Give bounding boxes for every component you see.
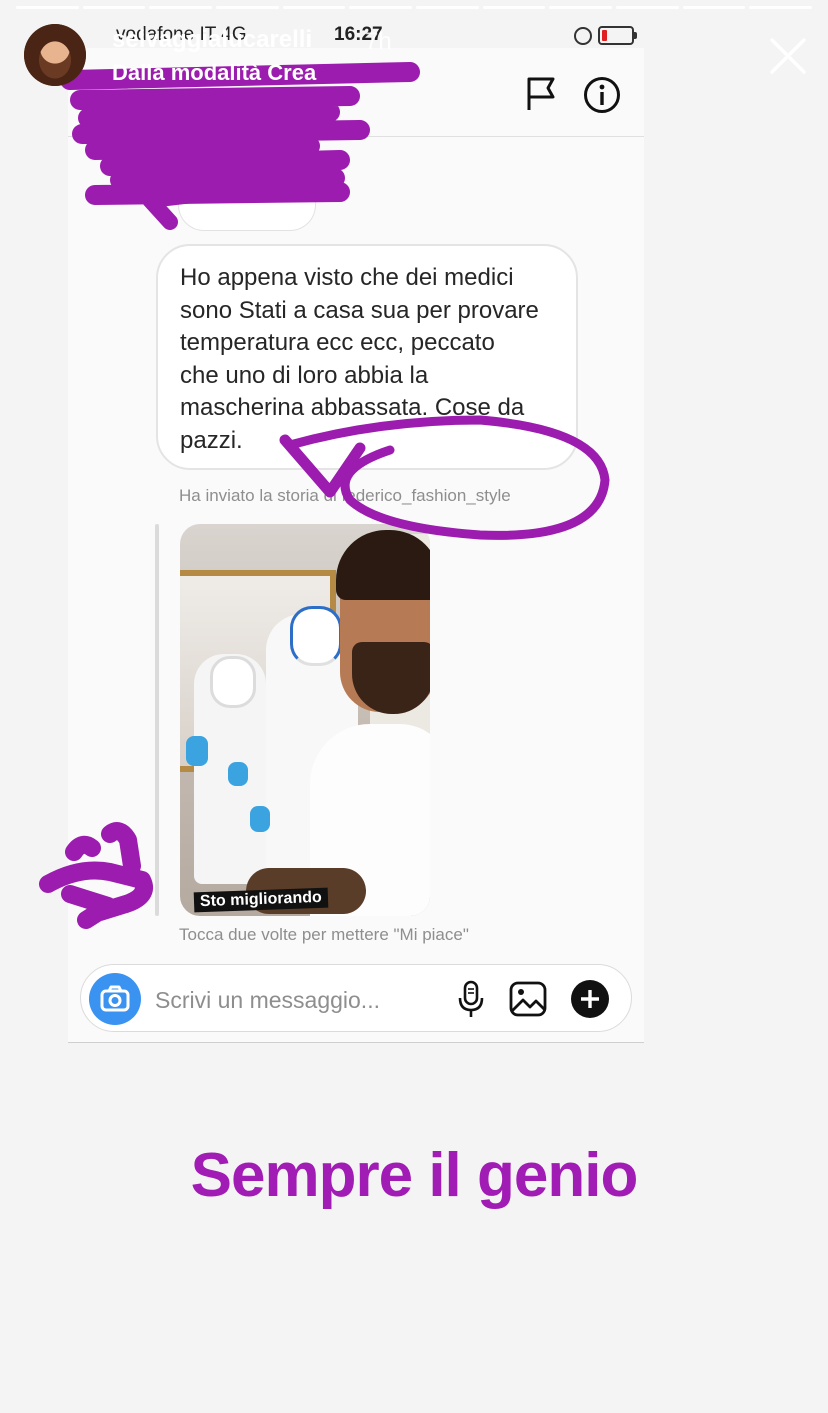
story-photo-man-beard: [352, 642, 430, 714]
add-content-button[interactable]: [571, 980, 609, 1018]
message-line: temperatura ecc ecc, peccato: [180, 329, 495, 356]
plus-icon: [581, 990, 599, 1008]
reply-indicator-bar: [155, 524, 159, 916]
previous-shared-post[interactable]: [178, 140, 316, 231]
story-progress-segment: [282, 6, 346, 9]
story-progress-segment: [749, 6, 813, 9]
dm-header-divider: [68, 136, 644, 137]
story-progress-segment: [416, 6, 479, 9]
story-progress-segment: [149, 6, 213, 9]
avatar[interactable]: [24, 24, 86, 86]
story-time-ago: 7h: [365, 28, 392, 55]
story-progress-segment: [216, 6, 279, 9]
microphone-icon[interactable]: [456, 979, 486, 1019]
battery-icon: [598, 26, 637, 45]
dm-bottom-divider: [68, 1042, 644, 1043]
message-line: Ho appena visto che dei medici: [180, 264, 514, 291]
story-progress-segment: [482, 6, 546, 9]
message-bubble[interactable]: Ho appena visto che dei medici sono Stat…: [156, 244, 578, 470]
story-username[interactable]: selvaggialucarelli: [112, 26, 312, 54]
camera-icon: [100, 985, 130, 1012]
image-icon[interactable]: [509, 981, 547, 1017]
story-photo-medic-hood: [210, 656, 256, 708]
story-share-note: Ha inviato la storia di federico_fashion…: [179, 486, 511, 505]
message-line: sono Stati a casa sua per provare: [180, 296, 539, 324]
story-progress-segment: [82, 6, 146, 9]
info-icon[interactable]: [583, 76, 621, 114]
message-composer: [80, 964, 632, 1032]
rotation-lock-icon: [574, 27, 592, 45]
story-subtitle[interactable]: Dalla modalità Crea: [112, 60, 316, 86]
camera-button[interactable]: [89, 973, 141, 1025]
close-icon[interactable]: [766, 34, 810, 78]
story-photo-medic-hood: [290, 606, 342, 666]
message-input[interactable]: [155, 986, 445, 1014]
story-progress-segment: [549, 6, 613, 9]
message-line: pazzi.: [180, 426, 243, 454]
story-progress-segment: [616, 6, 679, 9]
story-progress-bar: [16, 6, 813, 9]
story-photo-glove: [228, 762, 248, 786]
story-photo-man-hair: [336, 530, 430, 600]
flag-icon[interactable]: [524, 76, 558, 112]
story-progress-segment: [16, 6, 79, 9]
message-line: che uno di loro abbia la: [180, 361, 429, 389]
story-caption-text: Sempre il genio: [190, 1141, 639, 1210]
post-toolbar-icons: [210, 187, 275, 193]
shared-story-preview[interactable]: Sto migliorando: [180, 524, 430, 916]
story-progress-segment: [349, 6, 413, 9]
story-photo-glove: [186, 736, 208, 766]
double-tap-like-hint: Tocca due volte per mettere "Mi piace": [179, 925, 469, 944]
story-progress-segment: [682, 6, 746, 9]
story-photo-glove: [250, 806, 270, 832]
message-line: mascherina abbassata. Cose da: [180, 394, 525, 421]
